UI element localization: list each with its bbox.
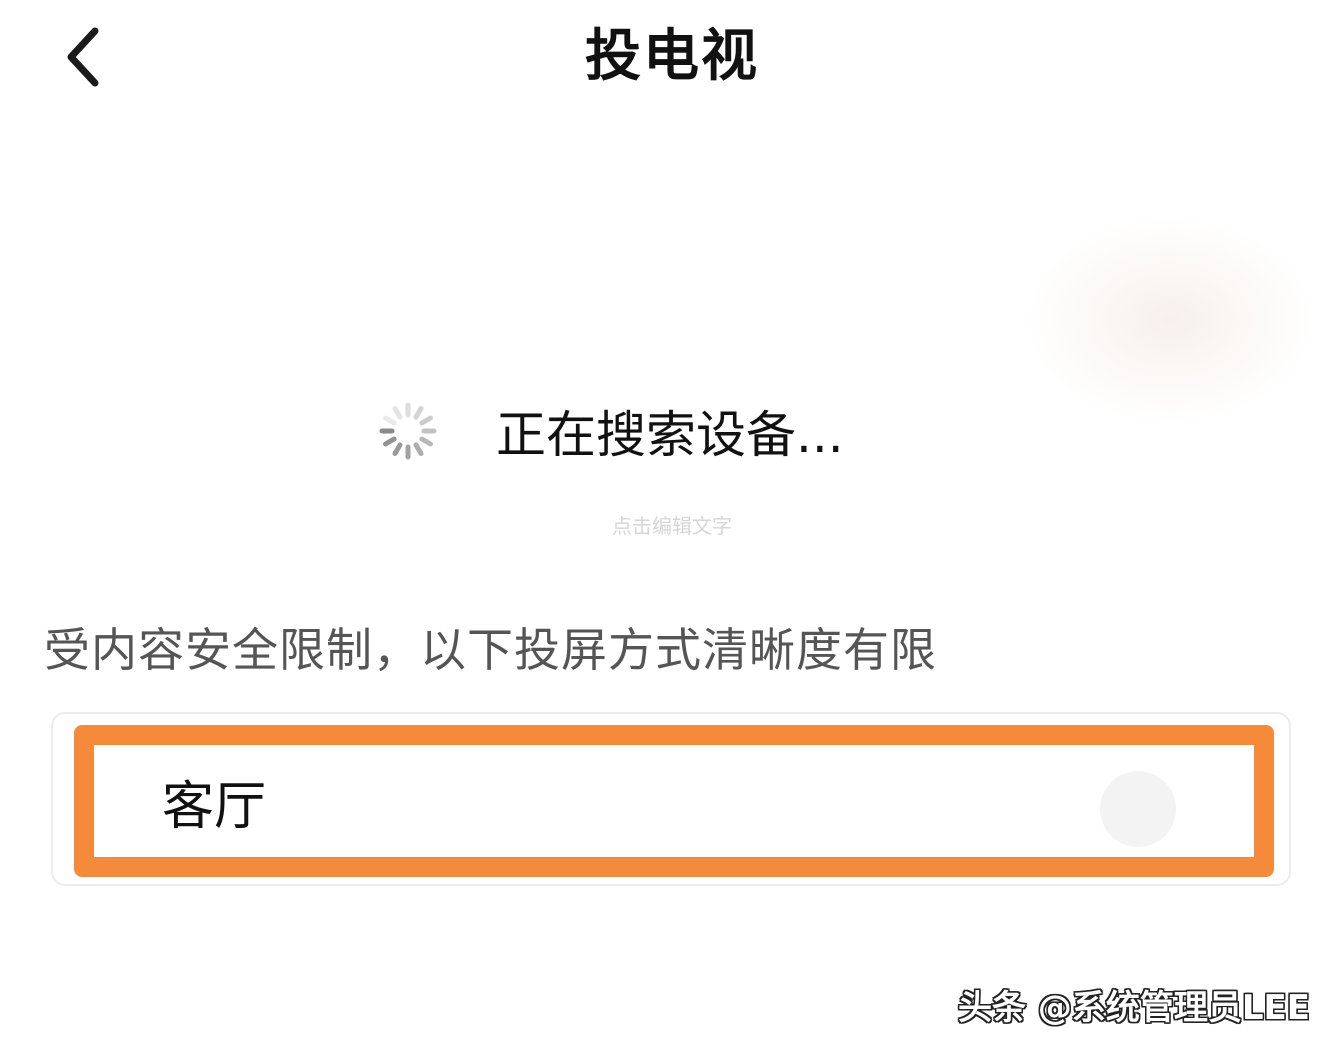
device-name: 客厅 (162, 776, 267, 837)
watermark: 头条 @系统管理员LEE (958, 988, 1310, 1028)
search-status-text: 正在搜索设备... (496, 406, 844, 464)
content-restriction-notice: 受内容安全限制，以下投屏方式清晰度有限 (44, 623, 937, 677)
search-status: 正在搜索设备... (376, 396, 844, 466)
loading-spinner-icon (379, 402, 437, 460)
device-item-living-room[interactable]: 客厅 (74, 725, 1274, 877)
edit-hint-text: 点击编辑文字 (612, 514, 732, 538)
background-glow (1030, 220, 1310, 420)
page-title: 投电视 (585, 24, 759, 89)
device-select-radio[interactable] (1100, 771, 1176, 847)
